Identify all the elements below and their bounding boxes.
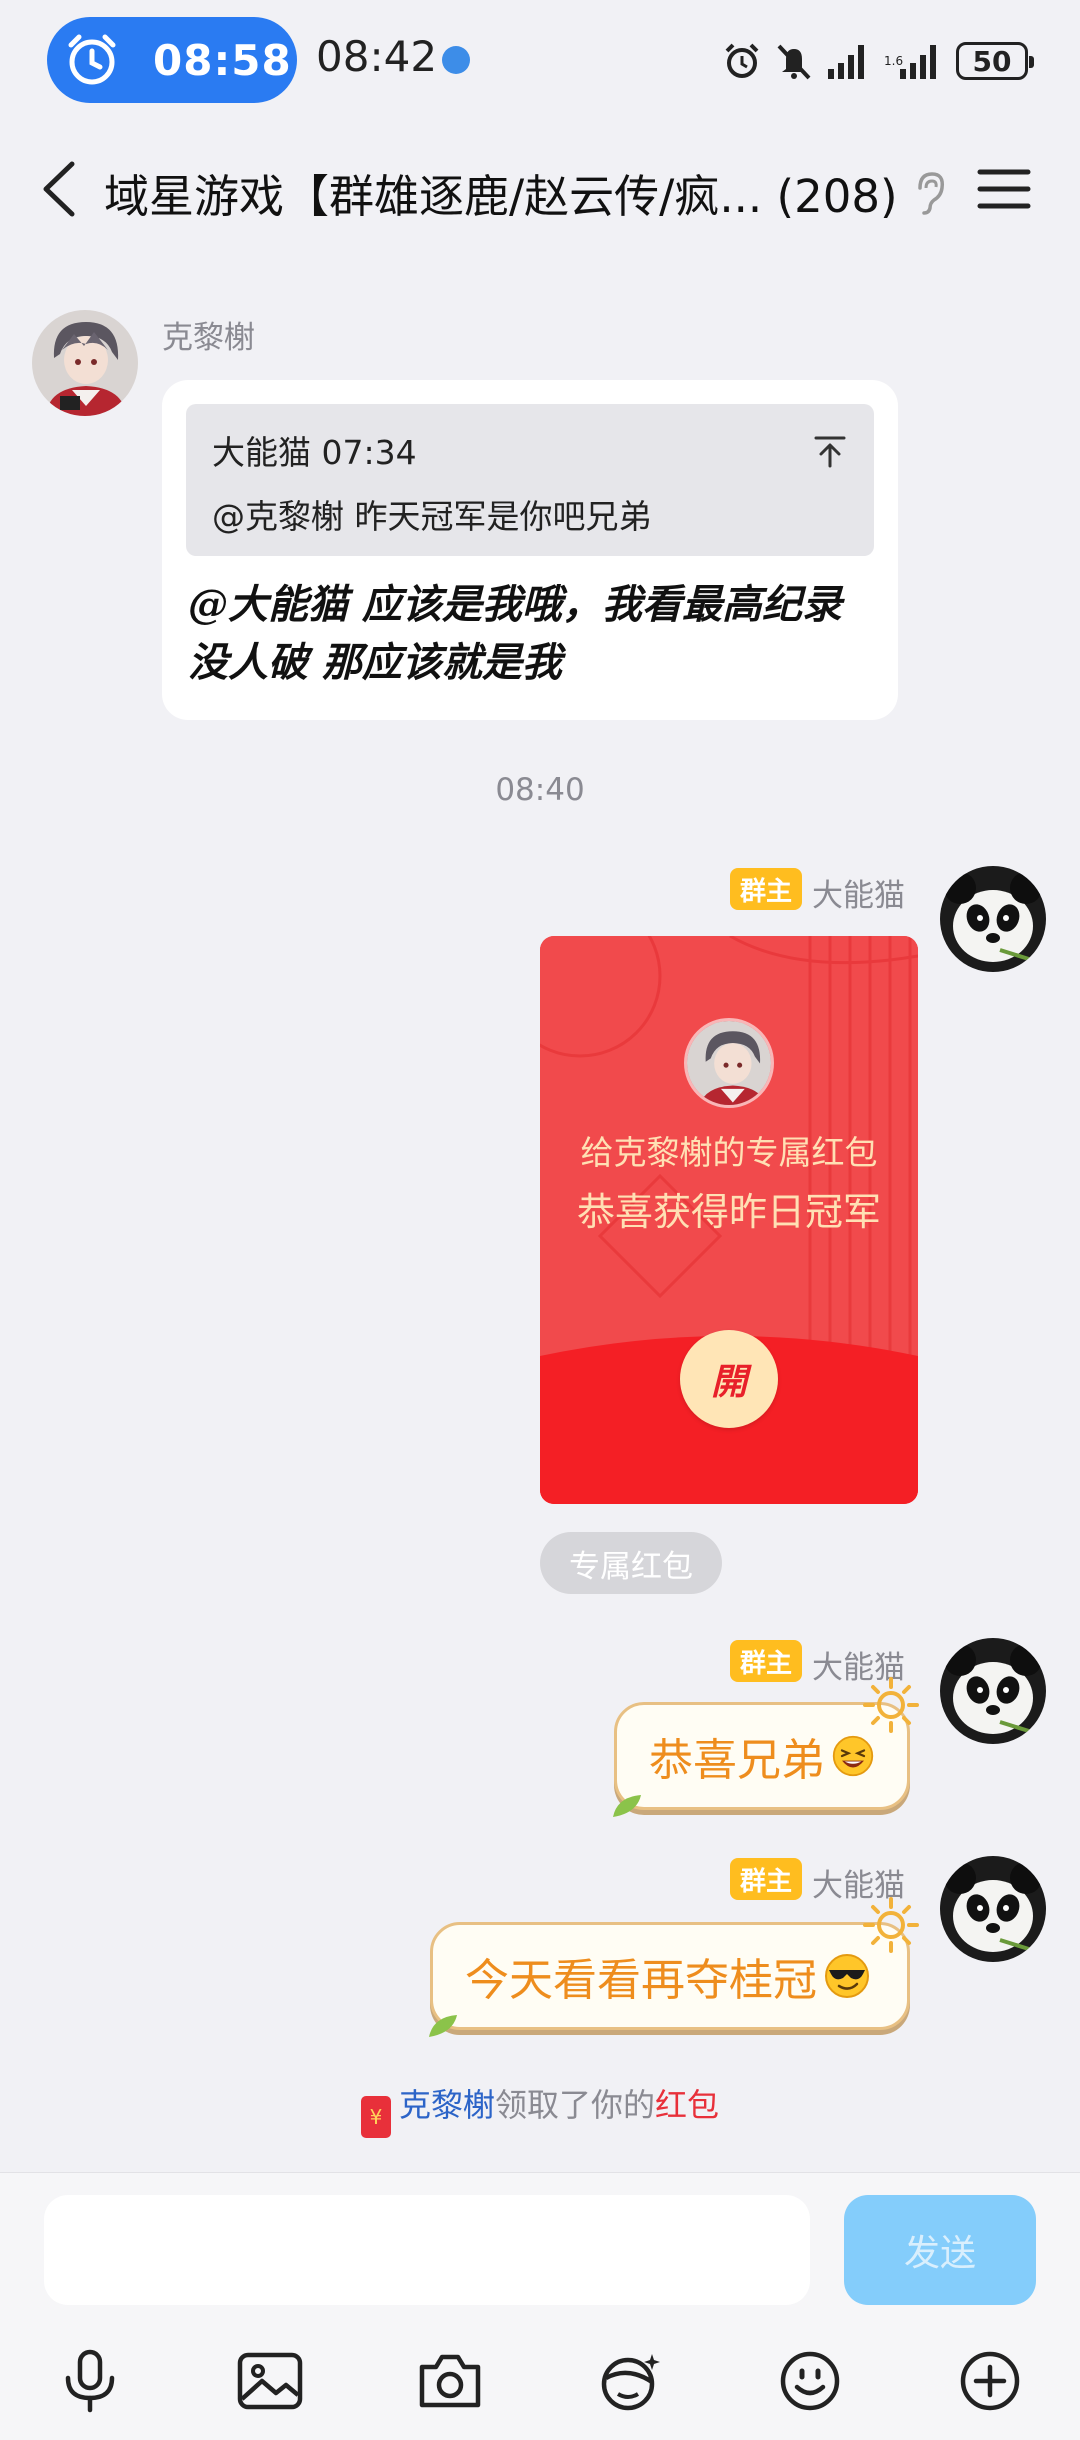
open-red-packet-button[interactable]: 開: [680, 1330, 778, 1428]
message-bubble[interactable]: 大能猫 07:34 @克黎榭 昨天冠军是你吧兄弟 @大能猫 应该是我哦，我看最高…: [162, 380, 898, 720]
cool-sunglasses-emoji-icon: [825, 1954, 869, 1998]
message-text: @大能猫 应该是我哦，我看最高纪录没人破 那应该就是我: [188, 581, 842, 686]
time-separator: 08:40: [495, 772, 585, 808]
plus-icon: [960, 2351, 1020, 2411]
owner-badge: 群主: [730, 1640, 802, 1682]
emoji-button[interactable]: [772, 2343, 848, 2419]
notice-text: 领取了你的: [494, 2086, 655, 2124]
title-bar: 域星游戏【群雄逐鹿/赵云传/疯... (208): [0, 130, 1080, 250]
chat-title: 域星游戏【群雄逐鹿/赵云传/疯... (208): [104, 170, 898, 223]
sender-name: 克黎榭: [162, 320, 255, 356]
alarm-icon: [68, 34, 116, 85]
red-packet-type-tag: 专属红包: [540, 1532, 722, 1594]
avatar-danengmao[interactable]: [940, 1856, 1046, 1962]
message-text: 今天看看再夺桂冠: [465, 1955, 817, 2006]
message-input[interactable]: [44, 2195, 810, 2305]
message-bubble[interactable]: 今天看看再夺桂冠: [429, 1897, 919, 2037]
send-button[interactable]: 发送: [844, 2195, 1036, 2305]
system-time: 08:42: [316, 32, 438, 81]
quote-text: @克黎榭 昨天冠军是你吧兄弟: [212, 497, 652, 536]
quote-header: 大能猫 07:34: [212, 433, 417, 472]
laughing-emoji-icon: [832, 1735, 874, 1777]
menu-icon[interactable]: [976, 164, 1032, 214]
owner-badge: 群主: [730, 868, 802, 910]
sender-name: 大能猫: [812, 878, 905, 914]
alarm-time: 08:58: [153, 35, 292, 85]
leaf-decoration-icon: [429, 2015, 457, 2037]
owner-badge: 群主: [730, 1858, 802, 1900]
signal-icon: [828, 45, 864, 79]
leaf-decoration-icon: [613, 1795, 641, 1817]
svg-text:1.6: 1.6: [884, 54, 903, 68]
red-packet-recipient: 给克黎榭的专属红包: [580, 1133, 878, 1172]
alarm-pill[interactable]: 08:58: [47, 17, 297, 103]
camera-button[interactable]: [412, 2343, 488, 2419]
input-toolbar: [0, 2333, 1080, 2433]
quoted-message[interactable]: 大能猫 07:34 @克黎榭 昨天冠军是你吧兄弟: [186, 404, 874, 556]
image-icon: [237, 2352, 303, 2410]
mic-icon: [65, 2349, 115, 2413]
battery-icon: 50: [956, 42, 1034, 80]
anime-avatar-icon: [32, 310, 138, 416]
red-packet-recipient-avatar: [684, 1018, 774, 1108]
system-notice: ¥ 克黎榭领取了你的红包: [0, 2080, 1080, 2138]
status-bar: 08:58 08:42 1.6 50: [0, 0, 1080, 120]
avatar-danengmao[interactable]: [940, 1638, 1046, 1744]
avatar-danengmao[interactable]: [940, 866, 1046, 972]
avatar-kelixie[interactable]: [32, 310, 138, 416]
camera-icon: [419, 2354, 481, 2408]
signal-2-icon: 1.6: [884, 45, 936, 79]
sun-decoration-icon: [863, 1677, 919, 1733]
emoji-icon: [780, 2351, 840, 2411]
status-icons: 1.6 50: [722, 34, 1034, 88]
notice-user[interactable]: 克黎榭: [399, 2086, 495, 2124]
more-button[interactable]: [952, 2343, 1028, 2419]
sun-decoration-icon: [863, 1897, 919, 1953]
jump-to-quote-icon[interactable]: [810, 432, 850, 472]
input-area: 发送: [0, 2172, 1080, 2440]
image-button[interactable]: [232, 2343, 308, 2419]
panda-avatar-icon: [940, 1638, 1046, 1744]
panda-avatar-icon: [940, 866, 1046, 972]
alarm-status-icon: [725, 43, 759, 78]
voice-button[interactable]: [52, 2343, 128, 2419]
panda-avatar-icon: [940, 1856, 1046, 1962]
message-bubble[interactable]: 恭喜兄弟: [613, 1677, 919, 1817]
mute-icon: [777, 44, 811, 80]
notification-dot-icon: [442, 46, 470, 74]
notice-red-packet-link[interactable]: 红包: [655, 2086, 719, 2124]
red-packet-message: 恭喜获得昨日冠军: [576, 1190, 881, 1234]
back-icon[interactable]: [30, 156, 90, 222]
ai-face-icon: [601, 2354, 660, 2411]
red-packet-icon: ¥: [360, 2096, 391, 2138]
red-packet-card[interactable]: 给克黎榭的专属红包 恭喜获得昨日冠军 開: [540, 936, 918, 1504]
message-text: 恭喜兄弟: [649, 1735, 825, 1786]
ai-face-button[interactable]: [592, 2343, 668, 2419]
ear-icon[interactable]: [912, 170, 948, 216]
